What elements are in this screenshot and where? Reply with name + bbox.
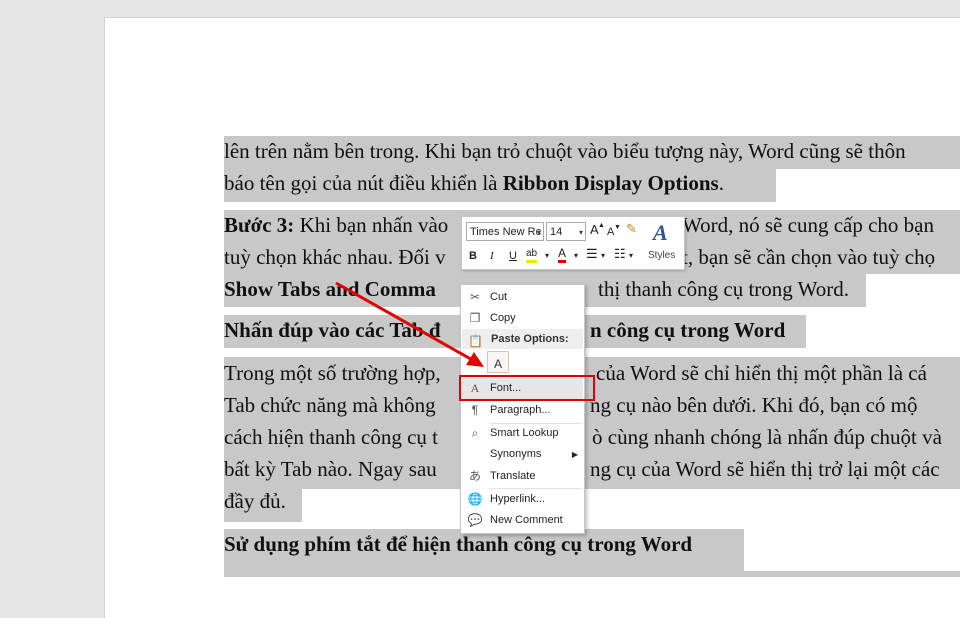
doc-line-3b: Word, nó sẽ cung cấp cho bạn: [682, 213, 934, 237]
mini-toolbar: Times New Rc ▾ 14 ▾ A ▲ A ▼ ✎ B I U ab ▾ A…: [461, 216, 685, 270]
comment-icon: 💬: [467, 513, 483, 527]
doc-line-2: báo tên gọi của nút điều khiển là Ribbon…: [224, 171, 724, 195]
doc-line-5b: thị thanh công cụ trong Word.: [598, 277, 850, 301]
submenu-arrow-icon: ▶: [571, 450, 578, 459]
doc-line-9: cách hiện thanh công cụ t: [224, 425, 438, 449]
italic-button[interactable]: I: [490, 248, 494, 264]
highlight-button[interactable]: ab: [526, 247, 538, 263]
doc-heading-1b: n công cụ trong Word: [590, 318, 786, 342]
font-size-box[interactable]: 14 ▾: [546, 222, 586, 241]
clipboard-icon: 📋: [468, 334, 483, 348]
menu-item-synonyms[interactable]: Synonyms ▶: [461, 444, 584, 465]
menu-item-new-comment[interactable]: 💬 New Comment: [461, 510, 584, 531]
menu-item-paragraph[interactable]: ¶ Paragraph...: [461, 400, 584, 421]
bullets-icon[interactable]: ☰: [586, 246, 598, 262]
chevron-down-icon: ▾: [601, 251, 606, 260]
search-icon: ⌕: [471, 426, 479, 440]
doc-heading-1: Nhấn đúp vào các Tab đ: [224, 318, 441, 342]
context-menu: ✂ Cut ❐ Copy 📋 Paste Options: A A Font... ¶ P…: [460, 284, 585, 534]
chevron-down-icon: ▾: [536, 228, 541, 237]
copy-icon: ❐: [469, 311, 481, 325]
doc-line-10b: ng cụ của Word sẽ hiển thị trở lại một c…: [590, 457, 940, 481]
doc-line-7: Trong một số trường hợp,: [224, 361, 441, 385]
doc-line-7b: của Word sẽ chỉ hiển thị một phần là cá: [596, 361, 927, 385]
underline-button[interactable]: U: [509, 248, 517, 264]
doc-heading-2: Sử dụng phím tắt để hiện thanh công cụ t…: [224, 532, 693, 556]
font-color-button[interactable]: A: [558, 246, 567, 263]
paragraph-icon: ¶: [471, 403, 479, 417]
doc-line-1: lên trên nằm bên trong. Khi bạn trỏ chuộ…: [224, 139, 906, 163]
doc-line-8: Tab chức năng mà không: [224, 393, 436, 417]
annotation-box: [459, 375, 595, 401]
styles-label[interactable]: Styles: [648, 250, 675, 261]
doc-line-11: đầy đủ.: [224, 489, 286, 513]
doc-line-5: Show Tabs and Comma: [224, 277, 436, 301]
clear-formatting-icon[interactable]: ✎: [626, 221, 637, 237]
paste-keep-text-only-button[interactable]: A: [487, 351, 509, 373]
bold-button[interactable]: B: [469, 248, 477, 264]
menu-item-copy[interactable]: ❐ Copy: [461, 308, 584, 329]
doc-line-8b: ng cụ nào bên dưới. Khi đó, bạn có mộ: [590, 393, 918, 417]
translate-icon: あ: [468, 469, 481, 483]
menu-item-smart-lookup[interactable]: ⌕ Smart Lookup: [461, 423, 584, 444]
selection-highlight: [744, 571, 960, 577]
menu-item-translate[interactable]: あ Translate: [461, 466, 584, 487]
doc-line-4b: t, bạn sẽ cần chọn vào tuỳ chọ: [682, 245, 936, 269]
font-name-box[interactable]: Times New Rc ▾: [466, 222, 544, 241]
chevron-down-icon: ▾: [578, 228, 583, 237]
doc-line-4: tuỳ chọn khác nhau. Đối v: [224, 245, 446, 269]
chevron-down-icon: ▾: [574, 251, 579, 260]
menu-item-hyperlink[interactable]: 🌐 Hyperlink...: [461, 489, 584, 510]
doc-line-9b: ò cùng nhanh chóng là nhấn đúp chuột và: [592, 425, 942, 449]
link-icon: 🌐: [467, 492, 483, 506]
paste-options-header: 📋 Paste Options:: [462, 329, 583, 349]
numbering-icon[interactable]: ☷: [614, 246, 626, 262]
chevron-down-icon: ▾: [629, 251, 634, 260]
caret-up-icon: ▲: [598, 222, 605, 229]
styles-icon[interactable]: A: [653, 220, 668, 246]
caret-down-icon: ▼: [614, 224, 621, 231]
scissors-icon: ✂: [469, 290, 481, 304]
doc-line-10: bất kỳ Tab nào. Ngay sau: [224, 457, 437, 481]
doc-line-3: Bước 3: Khi bạn nhấn vào: [224, 213, 449, 237]
chevron-down-icon: ▾: [545, 251, 550, 260]
menu-item-cut[interactable]: ✂ Cut: [461, 287, 584, 308]
